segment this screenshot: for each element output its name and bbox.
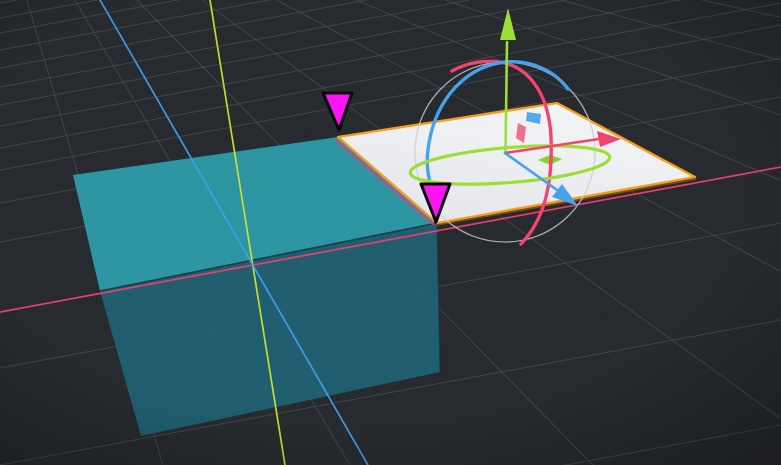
vignette-overlay: [0, 0, 781, 465]
viewport-canvas[interactable]: [0, 0, 781, 465]
viewport-3d[interactable]: [0, 0, 781, 465]
